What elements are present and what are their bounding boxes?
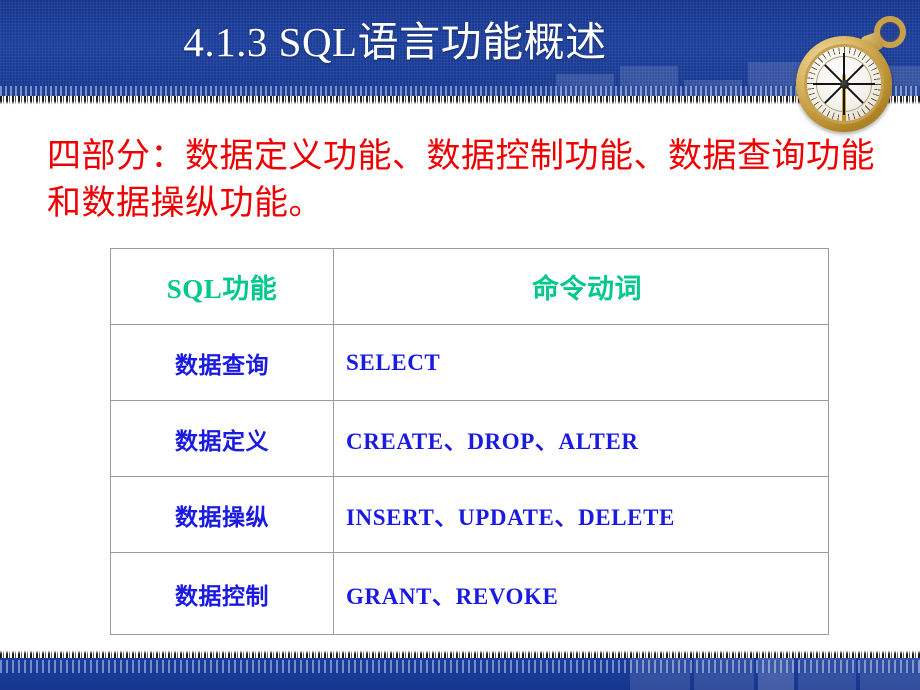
table-cell-verbs-label: CREATE、DROP、ALTER — [346, 428, 639, 454]
table-row: 数据定义 CREATE、DROP、ALTER — [110, 400, 829, 477]
table-cell-function-label: 数据查询 — [175, 352, 269, 378]
table-header-cell-function: SQL功能 — [110, 248, 334, 325]
table-cell-verbs-label: SELECT — [346, 349, 441, 375]
slide-header-banner: 4.1.3 SQL语言功能概述 — [0, 0, 920, 96]
footer-stripe-strip — [0, 660, 920, 673]
compass-bezel — [804, 44, 884, 124]
table-cell-function: 数据定义 — [110, 400, 334, 477]
footer-top-edge — [0, 650, 920, 658]
body-paragraph: 四部分：数据定义功能、数据控制功能、数据查询功能和数据操纵功能。 — [47, 138, 875, 222]
table-row: 数据控制 GRANT、REVOKE — [110, 552, 829, 635]
sql-function-table: SQL功能 命令动词 数据查询 SELECT 数据定义 CREATE、DROP、… — [110, 248, 829, 635]
header-bottom-edge — [0, 96, 920, 105]
compass-icon — [790, 8, 912, 132]
compass-hub — [839, 79, 849, 89]
table-header-label-function: SQL功能 — [166, 274, 278, 304]
table-header-label-verb: 命令动词 — [532, 274, 642, 304]
page-title: 4.1.3 SQL语言功能概述 — [183, 19, 607, 65]
table-cell-verbs-label: INSERT、UPDATE、DELETE — [346, 504, 676, 530]
table-cell-verbs: GRANT、REVOKE — [333, 552, 829, 635]
slide-footer-banner — [0, 658, 920, 690]
compass-body — [796, 36, 892, 132]
table-cell-verbs: CREATE、DROP、ALTER — [333, 400, 829, 477]
table-cell-function: 数据查询 — [110, 324, 334, 401]
table-row: 数据查询 SELECT — [110, 324, 829, 401]
table-row: 数据操纵 INSERT、UPDATE、DELETE — [110, 476, 829, 553]
table-cell-function-label: 数据控制 — [175, 583, 269, 609]
table-cell-verbs-label: GRANT、REVOKE — [346, 583, 559, 609]
table-cell-function: 数据操纵 — [110, 476, 334, 553]
table-cell-function-label: 数据操纵 — [175, 504, 269, 530]
table-cell-verbs: INSERT、UPDATE、DELETE — [333, 476, 829, 553]
table-cell-function-label: 数据定义 — [175, 428, 269, 454]
table-header-cell-verb: 命令动词 — [333, 248, 829, 325]
table-header-row: SQL功能 命令动词 — [110, 248, 829, 325]
table-cell-verbs: SELECT — [333, 324, 829, 401]
header-stripe-strip — [0, 86, 920, 96]
slide-canvas: 4.1.3 SQL语言功能概述 四部分：数据定义功能、数据控制功能、数据查询功能… — [0, 0, 920, 690]
table-cell-function: 数据控制 — [110, 552, 334, 635]
